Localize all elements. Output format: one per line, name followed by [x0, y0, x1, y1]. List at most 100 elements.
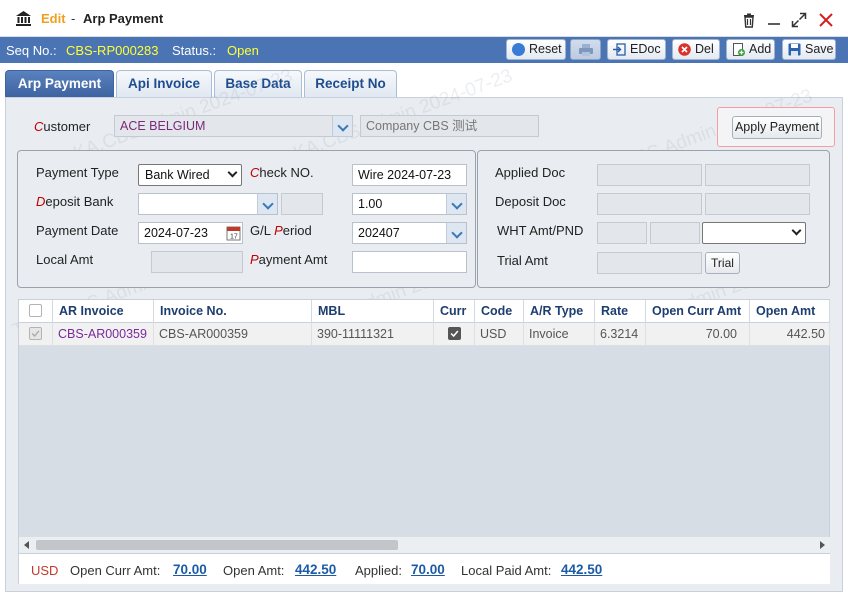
- exchange-rate-combo[interactable]: 1.00: [352, 193, 467, 215]
- wht-type-select[interactable]: [702, 222, 806, 244]
- status-bar: Seq No.: CBS-RP000283 Status.: Open Rese…: [0, 37, 848, 63]
- trial-button[interactable]: Trial: [705, 252, 740, 274]
- chevron-down-icon: [227, 167, 238, 178]
- deposit-bank-label: Deposit Bank: [36, 194, 114, 209]
- tab-arp-payment[interactable]: Arp Payment: [5, 70, 114, 97]
- column-header[interactable]: A/R Type: [524, 300, 595, 323]
- reset-icon: [512, 43, 525, 56]
- code-cell: USD: [475, 323, 524, 345]
- edoc-button[interactable]: EDoc: [607, 39, 666, 60]
- table-row[interactable]: CBS-AR000359 CBS-AR000359 390-11111321 U…: [19, 323, 830, 346]
- payment-date-input[interactable]: 2024-07-23 17: [138, 222, 243, 244]
- rate-cell: 6.3214: [595, 323, 646, 345]
- gl-period-value: 202407: [358, 226, 400, 240]
- payment-amt-input[interactable]: [352, 251, 467, 273]
- customer-combo[interactable]: ACE BELGIUM: [114, 115, 353, 137]
- add-button[interactable]: Add: [726, 39, 775, 60]
- column-header[interactable]: Open Curr Amt: [646, 300, 750, 323]
- footer-currency: USD: [31, 563, 59, 578]
- column-header[interactable]: Code: [475, 300, 524, 323]
- scroll-left-icon[interactable]: [24, 541, 29, 549]
- seq-no-label: Seq No.:: [6, 43, 57, 58]
- row-checkbox[interactable]: [29, 327, 42, 340]
- deposit-doc-field-2: [705, 193, 810, 215]
- scroll-right-icon[interactable]: [820, 541, 825, 549]
- svg-text:17: 17: [230, 234, 238, 241]
- status-value: Open: [227, 43, 259, 58]
- open-curr-amt-total[interactable]: 70.00: [173, 562, 207, 577]
- edoc-label: EDoc: [630, 42, 661, 56]
- chevron-down-icon[interactable]: [257, 194, 277, 214]
- column-header[interactable]: MBL: [312, 300, 434, 323]
- save-button[interactable]: Save: [782, 39, 836, 60]
- payment-type-select[interactable]: Bank Wired: [138, 164, 242, 186]
- customer-label: Customer: [34, 119, 91, 134]
- apply-payment-button[interactable]: Apply Payment: [732, 116, 822, 139]
- reset-label: Reset: [529, 42, 562, 56]
- scrollbar-thumb[interactable]: [36, 540, 398, 550]
- bank-icon: [16, 11, 31, 26]
- tab-bar: Arp Payment Api Invoice Base Data Receip…: [0, 63, 848, 97]
- document-arrow-icon: [613, 43, 626, 56]
- column-header[interactable]: Open Amt: [750, 300, 830, 323]
- save-label: Save: [805, 42, 834, 56]
- company-field: Company CBS 测试: [360, 115, 539, 137]
- select-all-checkbox[interactable]: [29, 304, 42, 317]
- deposit-bank-combo[interactable]: [138, 193, 278, 215]
- chevron-down-icon[interactable]: [446, 223, 466, 243]
- horizontal-scrollbar[interactable]: [19, 537, 830, 553]
- reset-button[interactable]: Reset: [506, 39, 566, 60]
- column-header[interactable]: Curr: [434, 300, 475, 323]
- applied-label: Applied:: [355, 563, 402, 578]
- tab-api-invoice[interactable]: Api Invoice: [116, 70, 212, 97]
- title-bar: Edit - Arp Payment: [0, 0, 848, 37]
- gl-period-combo[interactable]: 202407: [352, 222, 467, 244]
- curr-checkbox[interactable]: [448, 327, 461, 340]
- tab-receipt-no[interactable]: Receipt No: [304, 70, 397, 97]
- ar-invoice-link[interactable]: CBS-AR000359: [53, 323, 154, 345]
- apply-payment-frame: Apply Payment: [717, 107, 835, 147]
- trial-amt-field: [597, 252, 702, 274]
- select-all-header[interactable]: [19, 300, 53, 323]
- payment-date-value: 2024-07-23: [144, 226, 208, 240]
- local-amt-label: Local Amt: [36, 252, 94, 267]
- maximize-icon[interactable]: [791, 12, 807, 28]
- title-separator: -: [71, 11, 76, 26]
- chevron-down-icon: [791, 225, 802, 236]
- column-header[interactable]: Rate: [595, 300, 646, 323]
- trial-amt-label: Trial Amt: [497, 253, 548, 268]
- mbl-cell: 390-11111321: [312, 323, 434, 345]
- invoice-grid: AR Invoice Invoice No. MBL Curr Code A/R…: [18, 299, 830, 584]
- applied-total[interactable]: 70.00: [411, 562, 445, 577]
- payment-amt-label: Payment Amt: [250, 252, 328, 267]
- chevron-down-icon[interactable]: [332, 116, 352, 136]
- invoice-no-cell: CBS-AR000359: [154, 323, 312, 345]
- column-header[interactable]: AR Invoice: [53, 300, 154, 323]
- open-amt-label: Open Amt:: [223, 563, 285, 578]
- applied-doc-field-2: [705, 164, 810, 186]
- open-curr-amt-cell: 70.00: [646, 323, 750, 345]
- column-header[interactable]: Invoice No.: [154, 300, 312, 323]
- wht-amt-field: [597, 222, 647, 244]
- window-title: Arp Payment: [83, 11, 164, 26]
- deposit-bank-code: [281, 193, 323, 215]
- check-no-input[interactable]: Wire 2024-07-23: [352, 164, 467, 186]
- payment-date-label: Payment Date: [36, 223, 119, 238]
- customer-value: ACE BELGIUM: [120, 119, 206, 133]
- tab-base-data[interactable]: Base Data: [214, 70, 302, 97]
- chevron-down-icon[interactable]: [446, 194, 466, 214]
- local-paid-amt-label: Local Paid Amt:: [461, 563, 552, 578]
- open-amt-total[interactable]: 442.50: [295, 562, 336, 577]
- deposit-doc-field: [597, 193, 702, 215]
- local-paid-amt-total[interactable]: 442.50: [561, 562, 602, 577]
- edit-mode-label: Edit: [41, 11, 66, 26]
- floppy-disk-icon: [788, 43, 801, 56]
- calendar-icon[interactable]: 17: [226, 225, 241, 241]
- row-select-cell[interactable]: [19, 323, 53, 345]
- trash-icon[interactable]: [741, 12, 757, 28]
- delete-button[interactable]: Del: [672, 39, 720, 60]
- close-icon[interactable]: [818, 12, 834, 28]
- minimize-icon[interactable]: [766, 12, 782, 28]
- open-curr-amt-label: Open Curr Amt:: [70, 563, 161, 578]
- print-button[interactable]: [570, 39, 601, 60]
